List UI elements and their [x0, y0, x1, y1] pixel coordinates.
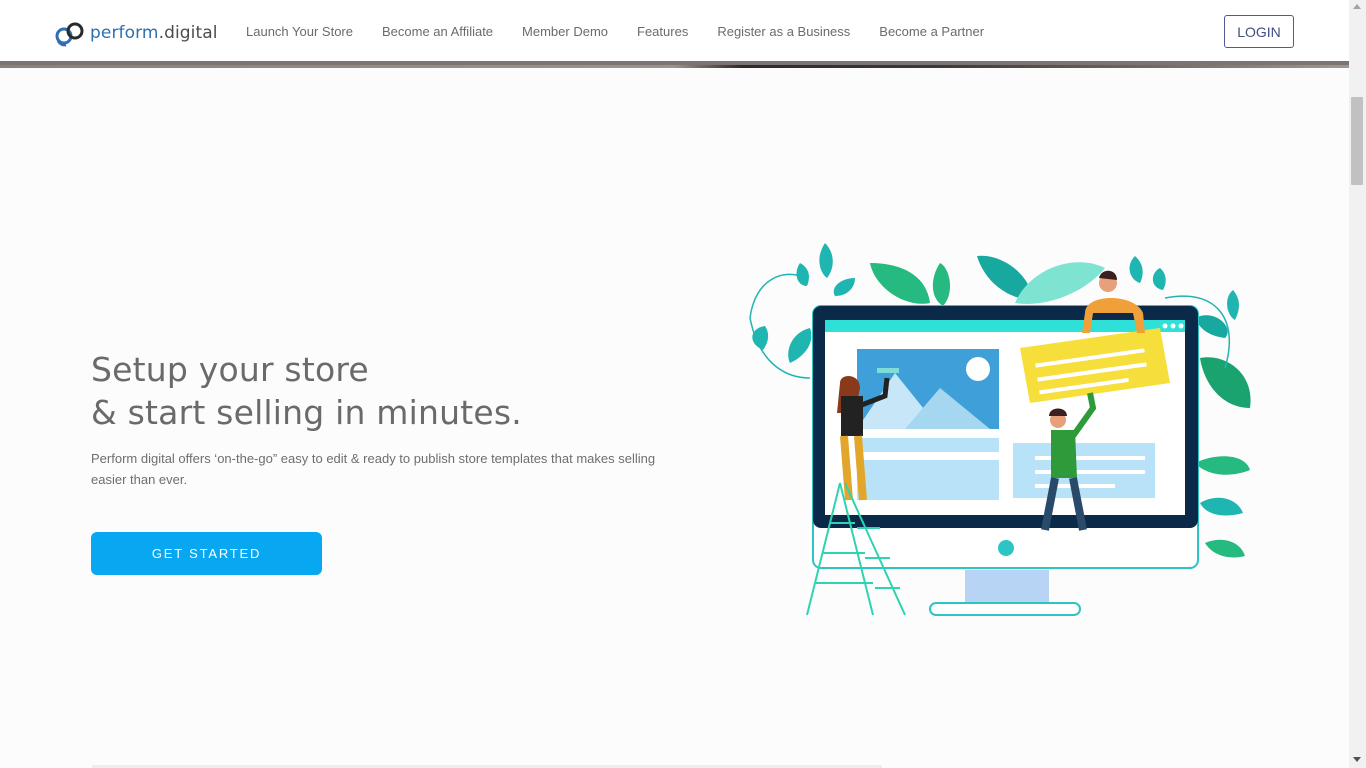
nav-launch-your-store[interactable]: Launch Your Store — [246, 24, 353, 39]
logo-text-suffix: .digital — [158, 23, 218, 43]
nav-member-demo[interactable]: Member Demo — [522, 24, 608, 39]
hero-description: Perform digital offers ‘on-the-go” easy … — [91, 451, 656, 487]
nav-register-business[interactable]: Register as a Business — [717, 24, 850, 39]
page: perform.digital Launch Your Store Become… — [0, 0, 1366, 768]
logo-text: perform.digital — [90, 23, 218, 43]
store-setup-illustration-icon — [749, 243, 1251, 616]
logo-icon — [55, 22, 84, 47]
logo-text-main: perform — [90, 23, 159, 43]
scrollbar-thumb[interactable] — [1351, 97, 1363, 185]
site-header: perform.digital Launch Your Store Become… — [0, 0, 1349, 65]
nav-become-affiliate[interactable]: Become an Affiliate — [382, 24, 493, 39]
get-started-button[interactable]: GET STARTED — [91, 532, 322, 575]
hero-title: Setup your store & start selling in minu… — [91, 348, 522, 434]
page-scrollbar[interactable] — [1349, 0, 1366, 768]
scroll-up-arrow-icon[interactable] — [1353, 4, 1361, 9]
main-nav: Launch Your Store Become an Affiliate Me… — [246, 24, 1013, 39]
scroll-down-arrow-icon[interactable] — [1353, 757, 1361, 762]
nav-features[interactable]: Features — [637, 24, 688, 39]
hero-title-line-1: Setup your store — [91, 350, 369, 389]
nav-become-partner[interactable]: Become a Partner — [879, 24, 984, 39]
login-button[interactable]: LOGIN — [1224, 15, 1294, 48]
brand-logo[interactable]: perform.digital — [55, 18, 218, 48]
hero-title-line-2: & start selling in minutes. — [91, 393, 522, 432]
